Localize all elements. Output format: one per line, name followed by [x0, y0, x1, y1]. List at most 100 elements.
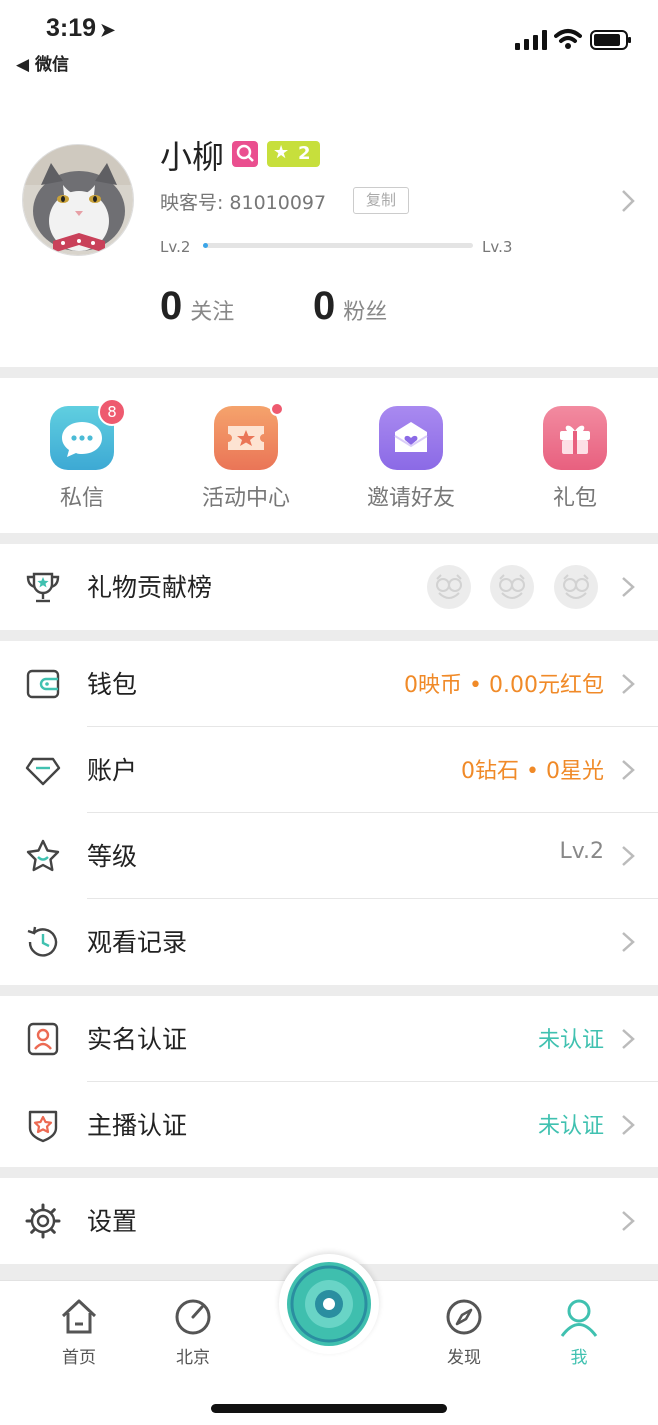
real-name-label: 实名认证	[87, 1025, 188, 1054]
quick-action-events[interactable]: 活动中心	[186, 402, 306, 512]
tab-label: 我	[570, 1348, 588, 1368]
host-cert-row[interactable]: 主播认证 未认证	[0, 1082, 658, 1168]
owl-avatar-icon	[490, 565, 534, 609]
id-card-icon	[27, 1022, 59, 1056]
gift-rank-row[interactable]: 礼物贡献榜	[0, 544, 658, 630]
trophy-icon	[26, 572, 60, 603]
chevron-right-icon[interactable]	[618, 186, 638, 216]
star-icon	[26, 839, 60, 872]
chevron-right-icon	[622, 577, 635, 597]
tab-label: 首页	[62, 1348, 96, 1368]
location-arrow-icon: ➤	[100, 20, 116, 40]
user-level-number: 2	[298, 143, 311, 164]
fans-label: 粉丝	[343, 300, 388, 325]
account-row[interactable]: 账户 0钻石 • 0星光	[0, 727, 658, 813]
gear-icon	[25, 1203, 61, 1239]
quick-action-messages[interactable]: 8 私信	[22, 398, 142, 512]
battery-icon	[590, 30, 631, 50]
following-stat[interactable]: 0 关注	[160, 284, 234, 329]
camera-lens-icon	[287, 1262, 371, 1346]
settings-row[interactable]: 设置	[0, 1178, 658, 1264]
level-label: 等级	[87, 842, 138, 871]
chevron-right-icon	[622, 1029, 635, 1049]
assets-section: 钱包 0映币 • 0.00元红包 账户 0钻石 • 0星光 等级 Lv.2 观看…	[0, 641, 658, 985]
watch-history-label: 观看记录	[87, 928, 188, 957]
home-icon	[61, 1299, 97, 1334]
new-indicator-dot	[270, 402, 284, 416]
star-icon: ★	[273, 142, 290, 163]
bottom-tab-bar: 首页 北京 发现 我	[0, 1254, 658, 1425]
tab-city[interactable]: 北京	[153, 1295, 233, 1368]
avatar[interactable]	[22, 144, 134, 256]
settings-section: 设置	[0, 1178, 658, 1264]
following-count: 0	[160, 284, 183, 328]
quick-action-label: 礼包	[552, 486, 597, 511]
fans-count: 0	[313, 284, 336, 328]
profile-header[interactable]: 小柳 ★ 2 映客号: 81010097 复制 Lv.2 Lv.3 0 关注 0 粉丝	[0, 80, 658, 367]
level-progress-bar	[203, 243, 473, 248]
level-value: Lv.2	[559, 839, 604, 864]
back-to-wechat-link[interactable]: ◀ 微信	[16, 50, 69, 75]
chevron-right-icon	[622, 932, 635, 952]
chevron-right-icon	[622, 1115, 635, 1135]
wallet-icon	[26, 669, 60, 699]
quick-action-gift-pack[interactable]: 礼包	[515, 406, 635, 512]
tab-label: 发现	[447, 1348, 481, 1368]
real-name-status: 未认证	[537, 1028, 604, 1053]
signal-icon	[515, 30, 547, 50]
shield-star-icon	[28, 1110, 58, 1143]
watch-history-row[interactable]: 观看记录	[0, 899, 658, 985]
gender-female-badge	[232, 141, 258, 167]
gift-rank-section: 礼物贡献榜	[0, 544, 658, 630]
settings-label: 设置	[87, 1207, 138, 1236]
fans-stat[interactable]: 0 粉丝	[313, 284, 387, 329]
tab-discover[interactable]: 发现	[424, 1295, 504, 1368]
copy-id-button[interactable]: 复制	[353, 187, 409, 214]
gift-box-icon	[543, 406, 607, 470]
owl-avatar-icon	[427, 565, 471, 609]
host-cert-label: 主播认证	[87, 1111, 188, 1140]
following-label: 关注	[190, 300, 235, 325]
tab-me[interactable]: 我	[539, 1295, 619, 1368]
chat-bubble-icon: 8	[50, 398, 126, 470]
user-id-label: 映客号:	[160, 192, 224, 214]
quick-action-label: 邀请好友	[366, 486, 455, 511]
level-row[interactable]: 等级 Lv.2	[0, 813, 658, 899]
real-name-row[interactable]: 实名认证 未认证	[0, 996, 658, 1082]
history-clock-icon	[27, 926, 58, 957]
owl-avatar-icon	[554, 565, 598, 609]
chevron-right-icon	[622, 846, 635, 866]
unread-count-badge: 8	[98, 398, 126, 426]
female-icon	[236, 144, 254, 162]
level-current: Lv.2	[160, 238, 191, 256]
compass-dial-icon	[175, 1299, 211, 1335]
status-time: 3:19 ➤	[46, 14, 116, 42]
tab-home[interactable]: 首页	[39, 1295, 119, 1368]
quick-action-label: 私信	[59, 486, 104, 511]
quick-action-invite[interactable]: 邀请好友	[351, 406, 471, 512]
gift-rank-label: 礼物贡献榜	[87, 573, 213, 602]
diamond-icon	[25, 757, 61, 786]
level-next: Lv.3	[482, 238, 513, 256]
user-icon	[560, 1299, 598, 1337]
wallet-label: 钱包	[87, 670, 138, 699]
user-id-row: 映客号: 81010097	[160, 188, 326, 215]
cat-avatar-image	[23, 145, 133, 255]
ticket-icon	[214, 402, 284, 470]
wallet-balance: 0映币 • 0.00元红包	[404, 673, 604, 698]
home-indicator	[211, 1404, 447, 1413]
chevron-right-icon	[622, 1211, 635, 1231]
envelope-heart-icon	[379, 406, 443, 470]
user-level-badge: ★ 2	[267, 141, 320, 167]
level-progress-fill	[203, 243, 208, 248]
quick-action-label: 活动中心	[201, 486, 290, 511]
wallet-row[interactable]: 钱包 0映币 • 0.00元红包	[0, 641, 658, 727]
live-broadcast-button[interactable]	[279, 1254, 379, 1354]
host-cert-status: 未认证	[537, 1114, 604, 1139]
status-bar: 3:19 ➤ ◀ 微信	[0, 0, 658, 80]
certification-section: 实名认证 未认证 主播认证 未认证	[0, 996, 658, 1167]
profile-name: 小柳	[160, 138, 225, 176]
discover-compass-icon	[446, 1299, 482, 1335]
chevron-right-icon	[622, 674, 635, 694]
account-label: 账户	[87, 756, 138, 785]
